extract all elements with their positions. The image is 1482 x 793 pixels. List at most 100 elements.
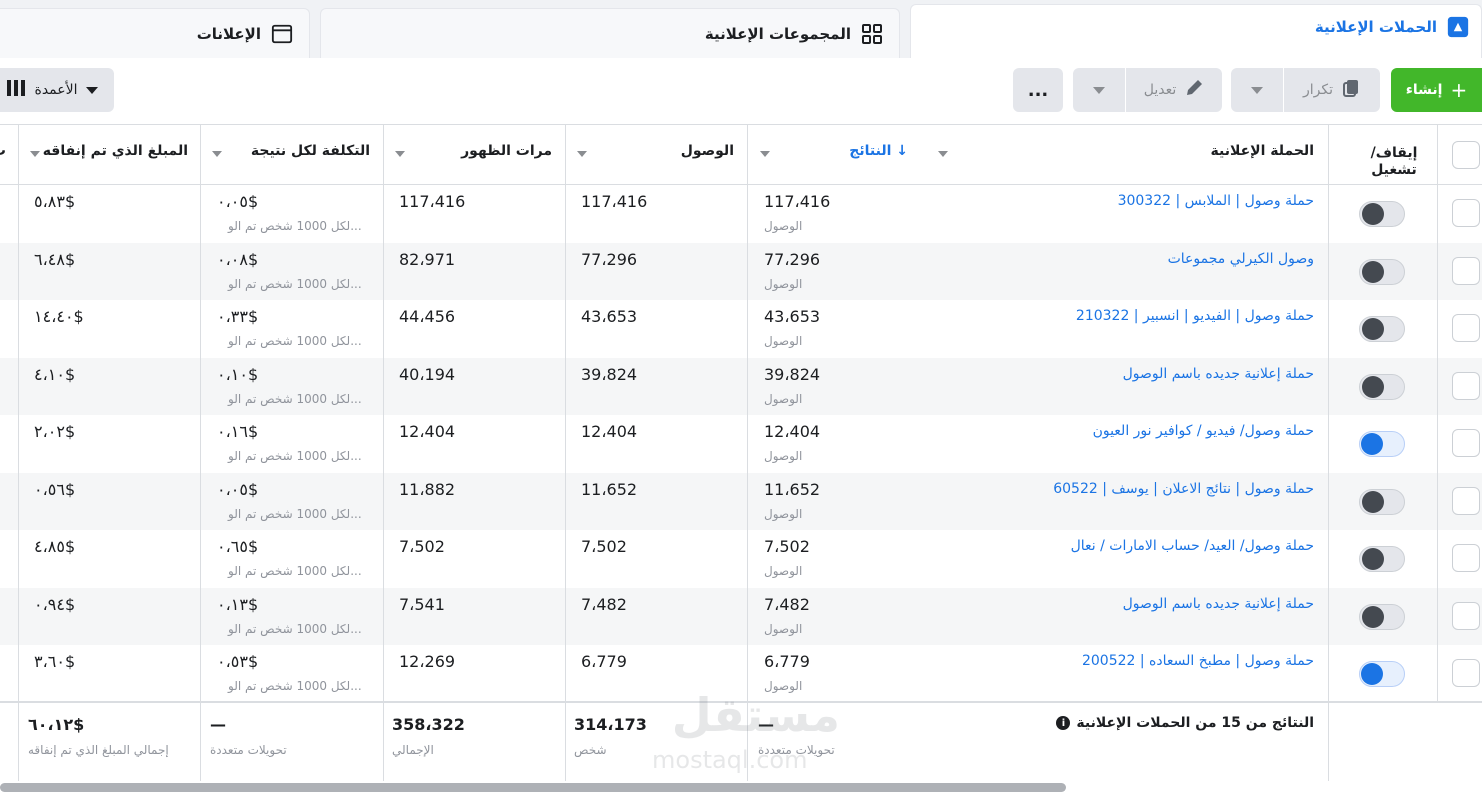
campaign-name-link[interactable]: حملة وصول | الفيديو | انسبير | 210322 xyxy=(1076,308,1314,324)
reach-value: 7،482 xyxy=(581,594,627,614)
campaign-toggle[interactable] xyxy=(1359,546,1405,572)
copy-icon xyxy=(1341,78,1361,102)
reach-value: 12،404 xyxy=(581,422,638,441)
summary-results: — xyxy=(758,715,774,734)
chevron-down-icon[interactable] xyxy=(577,151,587,157)
column-divider xyxy=(1328,703,1329,783)
header-reach[interactable]: الوصول xyxy=(681,143,734,159)
edit-dropdown-button[interactable] xyxy=(1073,68,1125,112)
impressions-value: 11،882 xyxy=(399,479,456,499)
table-row[interactable]: حملة وصول | مطبخ السعاده | 200522 6،779 ال… xyxy=(0,645,1482,703)
more-label: ... xyxy=(1027,79,1049,101)
toolbar: إنشاء + تكرار تعديل ... الأعمدة xyxy=(0,58,1482,124)
row-checkbox[interactable] xyxy=(1452,199,1480,227)
results-type: الوصول xyxy=(764,564,803,578)
chevron-down-icon[interactable] xyxy=(938,151,948,157)
summary-cost-sub: تحويلات متعددة xyxy=(210,743,287,757)
table-row[interactable]: حملة وصول/ العيد/ حساب الامارات / نعال 7،… xyxy=(0,530,1482,588)
campaign-toggle[interactable] xyxy=(1359,316,1405,342)
more-options-button[interactable]: ... xyxy=(1013,68,1063,112)
table-row[interactable]: حملة إعلانية جديده باسم الوصول 39،824 الوص… xyxy=(0,357,1482,415)
cost-per-result-unit: لكل 1000 شخص تم الو... xyxy=(228,391,362,406)
header-next-column[interactable]: ت xyxy=(0,143,6,159)
cost-per-result-unit: لكل 1000 شخص تم الو... xyxy=(228,679,362,693)
campaign-flag-icon xyxy=(1447,16,1469,38)
chevron-down-icon[interactable] xyxy=(760,151,770,157)
header-cost-per-result[interactable]: التكلفة لكل نتيجة xyxy=(251,143,370,159)
tab-campaigns[interactable]: الحملات الإعلانية xyxy=(910,4,1482,60)
header-campaign[interactable]: الحملة الإعلانية xyxy=(1211,143,1315,159)
chevron-down-icon[interactable] xyxy=(395,151,405,157)
table-row[interactable]: حملة وصول | الملابس | 300322 117،416 الوصو… xyxy=(0,185,1482,243)
header-results[interactable]: النتائج ↓ xyxy=(849,143,908,159)
tab-adsets[interactable]: المجموعات الإعلانية xyxy=(320,8,900,58)
column-divider xyxy=(18,125,19,780)
amount-spent-value: ٠،٩٤$ xyxy=(34,594,76,614)
campaign-toggle[interactable] xyxy=(1359,488,1405,515)
table-row[interactable]: حملة إعلانية جديده باسم الوصول 7،482 الوصو… xyxy=(0,587,1482,645)
duplicate-label: تكرار xyxy=(1302,82,1333,98)
edit-button[interactable]: تعديل xyxy=(1126,68,1222,112)
impressions-value: 7،502 xyxy=(399,537,445,556)
cost-per-result-unit: لكل 1000 شخص تم الو... xyxy=(228,276,362,291)
cost-per-result-value: ٠،٦٥$ xyxy=(217,537,259,556)
row-checkbox[interactable] xyxy=(1452,371,1480,400)
campaign-name-link[interactable]: حملة وصول | الملابس | 300322 xyxy=(1118,193,1314,209)
results-type: الوصول xyxy=(764,679,803,693)
table-row[interactable]: حملة وصول | الفيديو | انسبير | 210322 43،… xyxy=(0,300,1482,358)
select-all-checkbox[interactable] xyxy=(1452,141,1480,169)
row-checkbox[interactable] xyxy=(1452,659,1480,687)
chevron-down-icon xyxy=(85,86,98,94)
columns-icon xyxy=(6,79,26,101)
results-value: 11،652 xyxy=(764,479,821,499)
chevron-down-icon xyxy=(1251,86,1263,94)
campaign-toggle[interactable] xyxy=(1359,201,1405,227)
header-amount-spent[interactable]: المبلغ الذي تم إنفاقه xyxy=(43,143,188,159)
campaign-toggle[interactable] xyxy=(1359,431,1405,457)
info-icon[interactable]: i xyxy=(1056,716,1071,730)
duplicate-dropdown-button[interactable] xyxy=(1231,68,1283,112)
campaign-toggle[interactable] xyxy=(1359,603,1405,630)
summary-spent: ٦٠،١٢$ xyxy=(28,715,85,734)
campaign-name-link[interactable]: حملة وصول/ العيد/ حساب الامارات / نعال xyxy=(1071,538,1314,554)
create-button[interactable]: إنشاء + xyxy=(1391,68,1482,112)
cost-per-result-unit: لكل 1000 شخص تم الو... xyxy=(228,564,362,578)
campaign-name-link[interactable]: حملة وصول | نتائج الاعلان | يوسف | 60522 xyxy=(1053,481,1314,497)
row-checkbox[interactable] xyxy=(1452,601,1480,630)
row-checkbox[interactable] xyxy=(1452,544,1480,572)
duplicate-button[interactable]: تكرار xyxy=(1284,68,1380,112)
row-checkbox[interactable] xyxy=(1452,256,1480,285)
row-checkbox[interactable] xyxy=(1452,486,1480,515)
header-impressions[interactable]: مرات الظهور xyxy=(461,143,552,159)
results-value: 12،404 xyxy=(764,422,821,441)
summary-row: النتائج من 15 من الحملات الإعلانية i — ت… xyxy=(0,701,1482,783)
row-checkbox[interactable] xyxy=(1452,314,1480,342)
campaign-name-link[interactable]: حملة إعلانية جديده باسم الوصول xyxy=(1123,366,1314,382)
results-type: الوصول xyxy=(764,449,803,463)
campaign-toggle[interactable] xyxy=(1359,661,1405,687)
chevron-down-icon[interactable] xyxy=(30,151,40,157)
campaign-toggle[interactable] xyxy=(1359,373,1405,400)
row-checkbox[interactable] xyxy=(1452,429,1480,457)
column-divider xyxy=(747,125,748,780)
columns-button[interactable]: الأعمدة xyxy=(0,68,114,112)
chevron-down-icon[interactable] xyxy=(212,151,222,157)
toggle-knob xyxy=(1362,375,1384,398)
table-row[interactable]: حملة وصول/ فيديو / كوافير نور العيون 12،4… xyxy=(0,415,1482,473)
tab-ads[interactable]: الإعلانات xyxy=(0,8,310,58)
impressions-value: 40،194 xyxy=(399,364,456,384)
table-row[interactable]: حملة وصول | نتائج الاعلان | يوسف | 60522… xyxy=(0,472,1482,530)
columns-label: الأعمدة xyxy=(34,82,78,98)
campaign-toggle[interactable] xyxy=(1359,258,1405,285)
tab-bar: الحملات الإعلانية المجموعات الإعلانية ال… xyxy=(0,0,1482,60)
campaign-name-link[interactable]: حملة وصول | مطبخ السعاده | 200522 xyxy=(1082,653,1314,669)
toggle-knob xyxy=(1362,548,1384,570)
horizontal-scrollbar-thumb[interactable] xyxy=(0,783,1066,792)
toggle-knob xyxy=(1362,605,1384,628)
table-row[interactable]: وصول الكيرلي مجموعات 77،296 الوصول 77،296 82… xyxy=(0,242,1482,300)
column-divider xyxy=(1328,125,1329,780)
results-value: 7،502 xyxy=(764,537,810,556)
campaign-name-link[interactable]: حملة إعلانية جديده باسم الوصول xyxy=(1123,596,1314,612)
campaign-name-link[interactable]: حملة وصول/ فيديو / كوافير نور العيون xyxy=(1093,423,1314,439)
campaign-name-link[interactable]: وصول الكيرلي مجموعات xyxy=(1168,251,1314,267)
